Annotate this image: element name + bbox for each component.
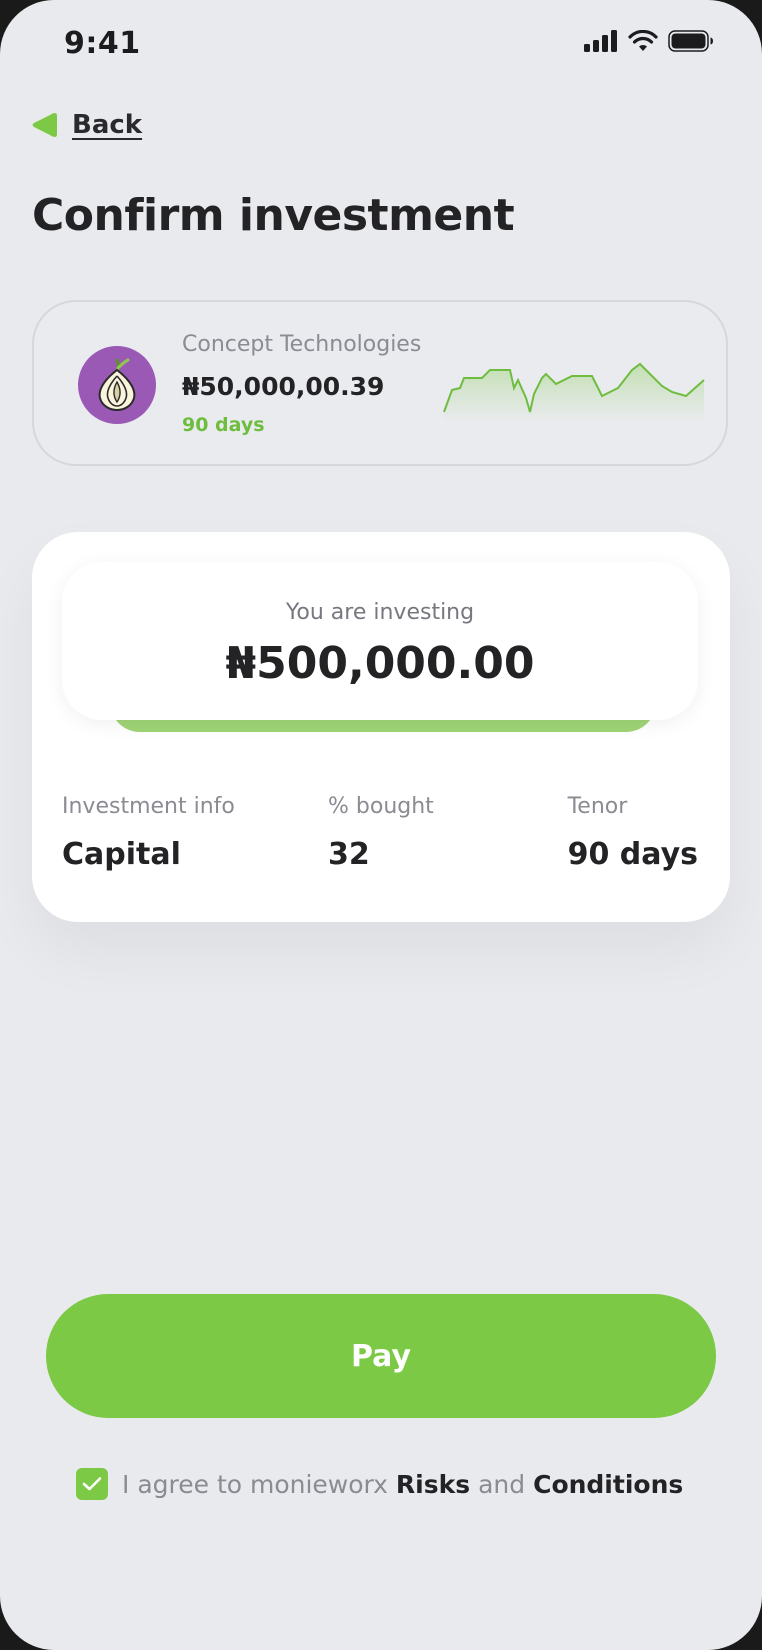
conditions-link[interactable]: Conditions bbox=[533, 1470, 683, 1499]
info-header: Investment info bbox=[62, 794, 235, 819]
onion-icon bbox=[98, 358, 136, 412]
agreement-prefix: I agree to monieworx bbox=[122, 1469, 388, 1499]
investment-summary-card: You are investing ₦500,000.00 Investment… bbox=[32, 532, 730, 922]
pay-button[interactable]: Pay bbox=[46, 1294, 716, 1418]
battery-icon bbox=[668, 30, 713, 52]
investing-amount: ₦500,000.00 bbox=[225, 638, 535, 689]
agreement-row: I agree to monieworx Risks and Condition… bbox=[76, 1468, 683, 1500]
amount-box: You are investing ₦500,000.00 bbox=[62, 562, 698, 720]
info-column-investment: Investment info Capital bbox=[62, 794, 235, 872]
back-button[interactable]: Back bbox=[30, 110, 142, 140]
back-label: Back bbox=[72, 110, 143, 140]
page-title: Confirm investment bbox=[32, 190, 515, 241]
asset-card[interactable]: Concept Technologies ₦50,000,00.39 90 da… bbox=[32, 300, 728, 466]
info-header: % bought bbox=[328, 794, 434, 819]
risks-link[interactable]: Risks bbox=[396, 1470, 470, 1499]
agreement-and: and bbox=[478, 1469, 526, 1499]
signal-icon bbox=[584, 30, 617, 52]
info-value: 32 bbox=[328, 837, 370, 872]
checkmark-icon bbox=[82, 1477, 102, 1491]
phone-screen: 9:41 Back Confirm investment Concept Tec… bbox=[0, 0, 762, 1650]
investing-label: You are investing bbox=[285, 600, 475, 625]
asset-tenor: 90 days bbox=[182, 414, 265, 436]
status-icons bbox=[584, 30, 714, 52]
info-column-tenor: Tenor 90 days bbox=[568, 794, 698, 872]
wifi-icon bbox=[628, 30, 658, 51]
info-value: 90 days bbox=[567, 837, 698, 872]
asset-logo bbox=[78, 346, 156, 424]
asset-name: Concept Technologies bbox=[182, 332, 422, 357]
agreement-text: I agree to monieworx Risks and Condition… bbox=[122, 1470, 683, 1499]
back-arrow-icon bbox=[32, 113, 57, 137]
info-column-bought: % bought 32 bbox=[328, 794, 434, 872]
agree-checkbox[interactable] bbox=[76, 1468, 108, 1500]
info-value: Capital bbox=[62, 837, 181, 872]
info-header: Tenor bbox=[567, 794, 628, 819]
sparkline-chart bbox=[443, 362, 705, 422]
asset-value: ₦50,000,00.39 bbox=[182, 372, 385, 401]
status-time: 9:41 bbox=[64, 26, 141, 61]
